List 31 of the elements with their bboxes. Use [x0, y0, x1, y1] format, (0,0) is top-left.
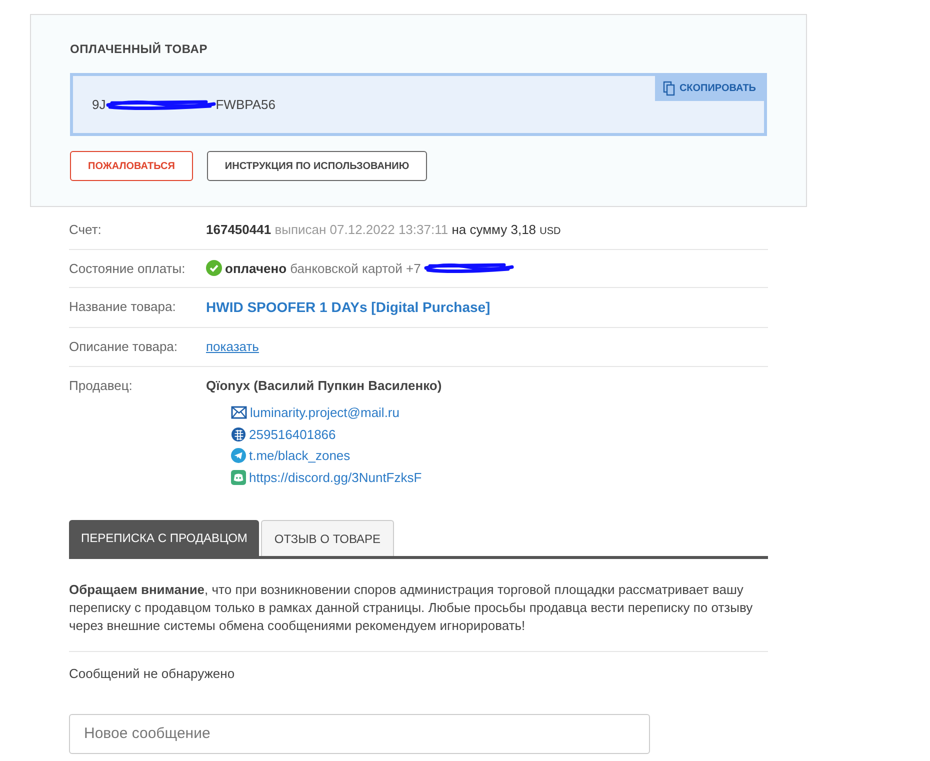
field-label: Название товара:	[69, 298, 177, 316]
code-text: 9J	[92, 96, 106, 114]
paper-plane-icon	[231, 448, 246, 464]
gamepad-icon	[231, 470, 246, 485]
payment-status: оплачено банковской картой +7	[225, 260, 421, 278]
empty-messages-text: Сообщений не обнаружено	[69, 665, 236, 683]
tab[interactable]: ПЕРЕПИСКА С ПРОДАВЦОМ	[69, 520, 260, 556]
complaint-button[interactable]: ПОЖАЛОВАТЬСЯ	[70, 151, 193, 181]
show-link[interactable]: показать	[206, 339, 259, 354]
contact-link[interactable]: t.me/black_zones	[249, 446, 350, 466]
tab[interactable]: ОТЗЫВ О ТОВАРЕ	[261, 520, 394, 556]
field-label: Продавец:	[69, 376, 134, 395]
contact-link[interactable]: luminarity.project@mail.ru	[250, 403, 400, 422]
code-text: FWBPA56	[216, 96, 276, 114]
globe-icon	[231, 426, 246, 442]
field-label: Счет:	[69, 221, 102, 239]
contact-link[interactable]: 259516401866	[249, 424, 336, 444]
copy-button[interactable]: СКОПИРОВАТЬ	[655, 76, 764, 101]
field-label: Состояние оплаты:	[69, 260, 186, 278]
notice-text: Обращаем внимание, что при возникновении споров администрация торговой площадки рассматривает вашу переписку с продавцом только в рамках данной страницы. Любые просьбы продавца вести переписку по отзыву через внешние системы обмена сообщениями рекомендуем игнорировать!	[69, 581, 768, 652]
product-link[interactable]: HWID SPOOFER 1 DAYs [Digital Purchase]	[206, 299, 490, 315]
seller-name: Qïonyx (Василий Пупкин Василенко)	[206, 376, 443, 395]
contact-link[interactable]: https://discord.gg/3NuntFzksF	[249, 468, 422, 487]
invoice-info: 167450441 выписан 07.12.2022 13:37:11 на сумму 3,18 USD	[206, 222, 561, 237]
copy-icon	[663, 81, 676, 96]
field-label: Описание товара:	[69, 338, 179, 356]
check-circle-icon	[206, 260, 222, 276]
section-title: ОПЛАЧЕННЫЙ ТОВАР	[70, 41, 209, 58]
envelope-icon	[231, 406, 247, 420]
instruction-button[interactable]: ИНСТРУКЦИЯ ПО ИСПОЛЬЗОВАНИЮ	[206, 151, 428, 181]
message-field[interactable]: Новое сообщение	[69, 714, 650, 754]
